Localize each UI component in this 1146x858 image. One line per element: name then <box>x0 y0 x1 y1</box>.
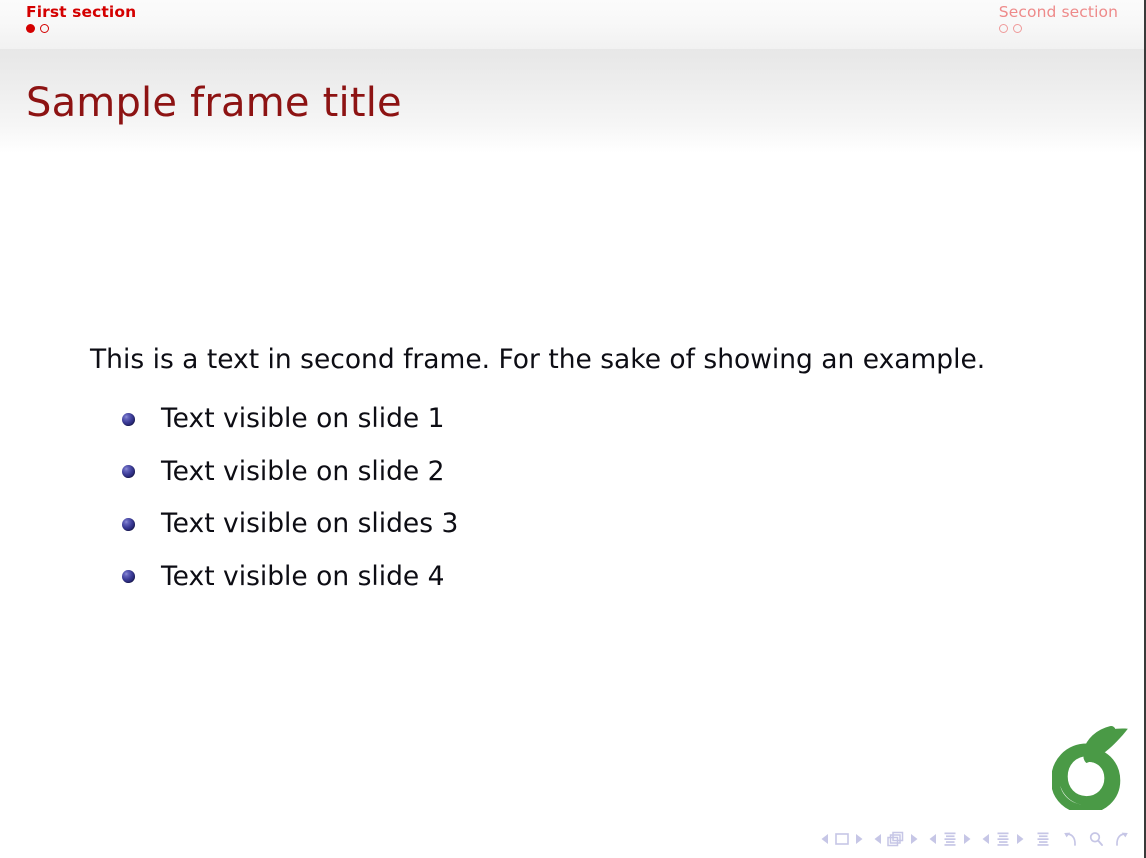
section-prev-icon[interactable] <box>982 833 990 845</box>
section-dot-second-2[interactable] <box>1012 24 1022 33</box>
search-icon[interactable] <box>1088 831 1104 847</box>
frame-icon[interactable] <box>887 831 905 847</box>
ball-bullet-icon <box>122 412 135 426</box>
section-next-icon[interactable] <box>1016 833 1024 845</box>
headline-bar: First section Second section <box>0 0 1144 49</box>
slide-next-icon[interactable] <box>855 833 863 845</box>
nav-group-presentation[interactable] <box>1035 831 1051 847</box>
beamer-navigation-symbols[interactable] <box>821 826 1130 852</box>
slide-prev-icon[interactable] <box>821 833 829 845</box>
ball-bullet-icon <box>122 465 135 479</box>
list-item-label: Text visible on slide 4 <box>161 560 445 592</box>
nav-group-frame[interactable] <box>874 831 918 847</box>
bullet-list: Text visible on slide 1 Text visible on … <box>122 393 458 603</box>
list-item: Text visible on slide 1 <box>122 393 458 446</box>
back-icon[interactable] <box>1062 831 1079 847</box>
section-label-second[interactable]: Second section <box>999 3 1118 22</box>
list-item: Text visible on slides 3 <box>122 498 458 551</box>
nav-group-subsection[interactable] <box>929 831 971 847</box>
slide-icon[interactable] <box>834 832 850 846</box>
subsection-prev-icon[interactable] <box>929 833 937 845</box>
subsection-icon[interactable] <box>942 831 958 847</box>
intro-paragraph: This is a text in second frame. For the … <box>90 344 986 375</box>
overleaf-logo-icon <box>1050 724 1132 814</box>
list-item-label: Text visible on slide 2 <box>161 455 445 487</box>
ball-bullet-icon <box>122 517 135 531</box>
section-label-first[interactable]: First section <box>26 3 136 22</box>
section-nav-second[interactable]: Second section <box>998 3 1118 33</box>
section-dot-first-1[interactable] <box>26 24 35 33</box>
subsection-next-icon[interactable] <box>963 833 971 845</box>
frame-prev-icon[interactable] <box>874 833 882 845</box>
section-dots-first <box>26 24 136 33</box>
forward-icon[interactable] <box>1113 831 1130 847</box>
beamer-slide: First section Second section Sample fram… <box>0 0 1146 858</box>
presentation-icon[interactable] <box>1035 831 1051 847</box>
nav-group-section[interactable] <box>982 831 1024 847</box>
list-item-label: Text visible on slides 3 <box>161 508 459 540</box>
page-title: Sample frame title <box>26 80 402 126</box>
frame-next-icon[interactable] <box>910 833 918 845</box>
section-dot-second-1[interactable] <box>998 24 1008 33</box>
list-item: Text visible on slide 4 <box>122 551 458 604</box>
section-dots-second <box>998 24 1118 33</box>
list-item: Text visible on slide 2 <box>122 446 458 499</box>
frame-title-bar: Sample frame title <box>0 61 1144 153</box>
section-icon[interactable] <box>995 831 1011 847</box>
section-nav-first[interactable]: First section <box>26 3 136 33</box>
list-item-label: Text visible on slide 1 <box>161 403 445 435</box>
nav-group-slide[interactable] <box>821 832 863 846</box>
ball-bullet-icon <box>122 570 135 584</box>
headline-separator <box>0 49 1144 61</box>
nav-group-history[interactable] <box>1062 831 1130 847</box>
section-dot-first-2[interactable] <box>40 24 49 33</box>
